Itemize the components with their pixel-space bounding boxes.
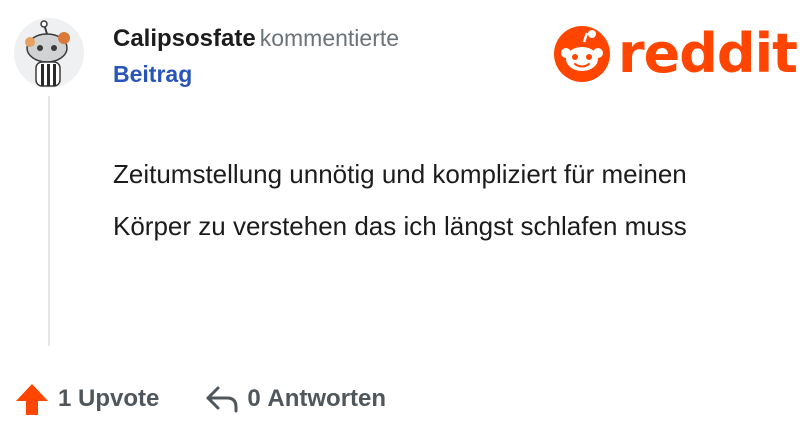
upvote-label: Upvote xyxy=(78,385,160,412)
avatar[interactable] xyxy=(14,18,84,88)
comment-body: Zeitumstellung unnötig und kompliziert f… xyxy=(113,159,687,241)
comment-actions: 1 Upvote 0 Antworten xyxy=(14,382,386,416)
action-text: kommentierte xyxy=(259,25,400,51)
reddit-logo: reddit xyxy=(554,22,798,85)
snoo-avatar-icon xyxy=(14,18,84,88)
reply-label: Antworten xyxy=(267,385,387,412)
post-link[interactable]: Beitrag xyxy=(113,58,399,90)
upvote-count: 1 xyxy=(58,385,72,412)
reddit-snoo-icon xyxy=(554,26,610,82)
comment-header: Calipsosfate kommentierte Beitrag xyxy=(113,22,399,90)
arrow-up-icon xyxy=(16,384,48,415)
reply-count: 0 xyxy=(247,385,261,412)
upvote-button[interactable]: 1 Upvote xyxy=(14,382,159,416)
username[interactable]: Calipsosfate xyxy=(113,25,256,52)
reddit-wordmark: reddit xyxy=(618,22,798,85)
reply-arrow-icon xyxy=(206,386,238,413)
comment-thread-line xyxy=(48,96,50,346)
reply-button[interactable]: 0 Antworten xyxy=(205,384,386,414)
